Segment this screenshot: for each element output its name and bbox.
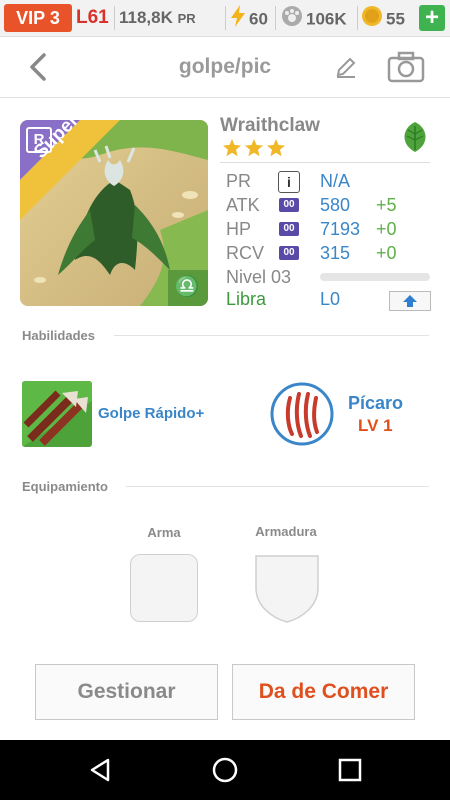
divider	[275, 6, 276, 30]
info-icon[interactable]: i	[278, 171, 300, 193]
divider	[114, 6, 115, 30]
stat-value: 315	[320, 243, 351, 263]
triangle-back-icon	[90, 758, 110, 782]
coin-value: 55	[386, 9, 405, 29]
coin-icon	[361, 5, 383, 35]
feed-button[interactable]: Da de Comer	[232, 664, 415, 720]
stat-label: HP	[226, 219, 252, 239]
star-icon	[223, 139, 241, 157]
weapon-label: Arma	[147, 525, 181, 540]
square-recents-icon	[338, 758, 362, 782]
divider	[114, 335, 429, 336]
leaf-element-icon	[398, 120, 432, 154]
section-title: Habilidades	[22, 328, 95, 343]
energy-stat[interactable]: 60	[230, 5, 268, 31]
stat-label: ATK	[226, 195, 260, 215]
class-name: Pícaro	[348, 393, 404, 413]
paw-stat[interactable]: 106K	[281, 5, 347, 31]
divider	[357, 6, 358, 30]
back-nav-button[interactable]	[86, 756, 114, 784]
coin-stat[interactable]: 55	[361, 5, 405, 31]
stat-badge: 00	[279, 198, 299, 212]
stat-label: PR	[226, 171, 252, 191]
divider	[220, 162, 430, 163]
paw-icon	[281, 5, 303, 35]
weapon-slot[interactable]	[130, 554, 198, 622]
skill-icon[interactable]	[22, 381, 92, 447]
libra-icon: ♎	[174, 276, 200, 298]
shield-icon	[255, 555, 319, 623]
power-stat: 118,8K PR	[119, 5, 196, 31]
skill-name[interactable]: Golpe Rápido+	[98, 405, 204, 422]
star-rating	[222, 138, 288, 163]
divider	[225, 6, 226, 30]
lightning-icon	[230, 5, 246, 35]
star-icon	[267, 139, 285, 157]
paw-value: 106K	[306, 9, 347, 29]
stat-value: 7193	[320, 219, 361, 239]
energy-value: 60	[249, 9, 268, 29]
stat-badge: 00	[279, 246, 299, 260]
home-nav-button[interactable]	[211, 756, 239, 784]
section-title: Equipamiento	[22, 479, 108, 494]
stat-value: 580	[320, 195, 351, 215]
circle-home-icon	[212, 757, 238, 783]
stat-bonus: +0	[376, 243, 397, 263]
manage-button[interactable]: Gestionar	[35, 664, 218, 720]
camera-icon	[387, 51, 425, 83]
monster-name: Wraithclaw	[220, 115, 320, 136]
power-value: 118,8K	[119, 8, 173, 27]
stat-label: RCV	[226, 243, 265, 263]
armor-label: Armadura	[255, 524, 317, 539]
pencil-icon	[336, 57, 356, 78]
level-progress-bar	[320, 273, 430, 281]
star-icon	[245, 139, 263, 157]
stat-bonus: +0	[376, 219, 397, 239]
level-label: Nivel 03	[226, 267, 292, 287]
status-bar: VIP 3 L61 118,8K PR 60 106K 55 +	[0, 0, 450, 37]
edit-button[interactable]	[334, 55, 358, 79]
upgrade-button[interactable]	[389, 291, 431, 311]
system-nav-bar	[0, 740, 450, 800]
arrow-up-icon	[403, 295, 417, 307]
armor-slot[interactable]	[254, 554, 320, 629]
vip-badge[interactable]: VIP 3	[4, 4, 72, 32]
stat-value: N/A	[320, 171, 351, 191]
claw-class-icon[interactable]	[270, 382, 334, 446]
camera-button[interactable]	[387, 51, 425, 83]
page-title: golpe/pic	[178, 55, 272, 78]
page-header: golpe/pic	[0, 37, 450, 98]
add-currency-button[interactable]: +	[419, 5, 445, 31]
divider	[126, 486, 429, 487]
stat-badge: 00	[279, 222, 299, 236]
stat-bonus: +5	[376, 195, 397, 215]
class-level: LV 1	[358, 416, 393, 435]
recents-nav-button[interactable]	[336, 756, 364, 784]
power-unit: PR	[177, 11, 196, 26]
player-level: L61	[76, 7, 109, 28]
zodiac-sign: Libra	[226, 289, 267, 309]
rank-value: L0	[320, 289, 341, 309]
